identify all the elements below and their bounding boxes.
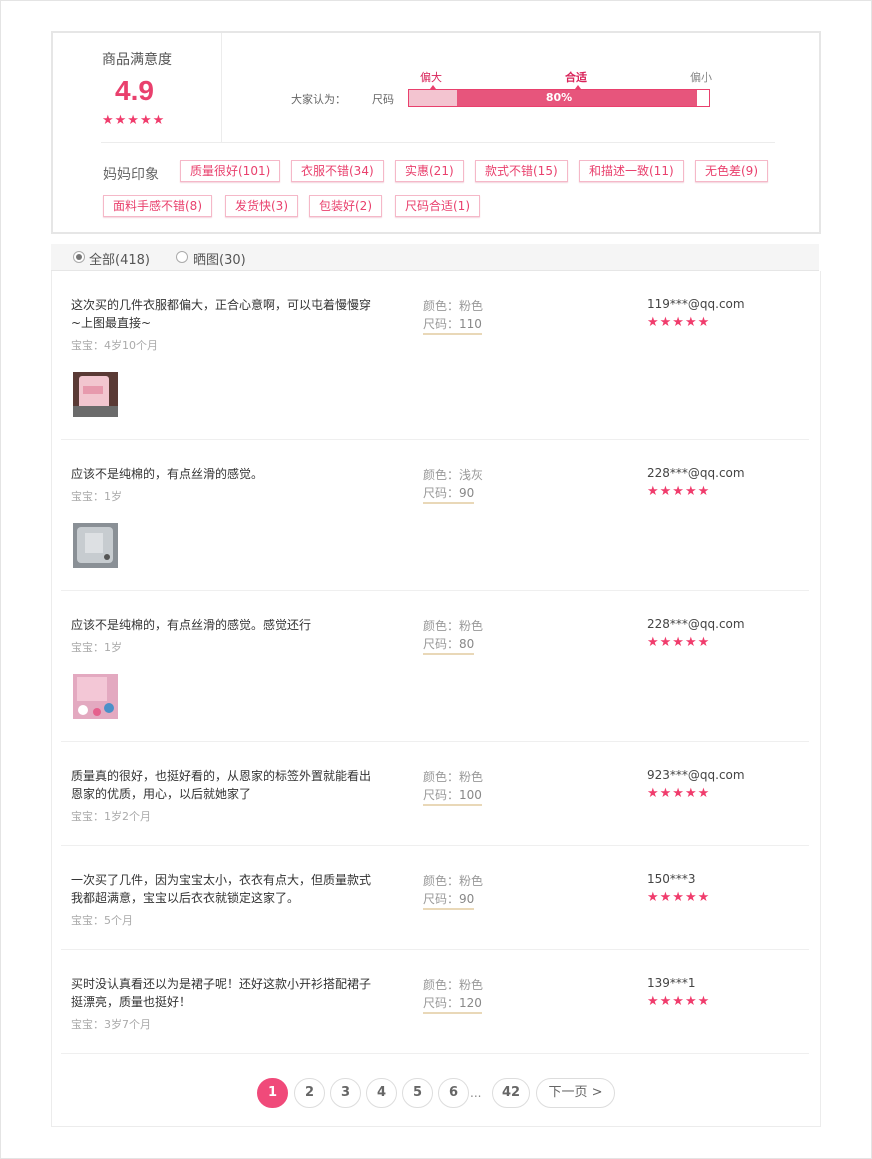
impression-tag[interactable]: 发货快(3) <box>225 195 298 217</box>
size-distribution-bar: 80% <box>408 89 710 107</box>
summary-divider <box>101 142 775 143</box>
impression-tag[interactable]: 和描述一致(11) <box>579 160 684 182</box>
review-stars: ★★★★★ <box>647 484 711 499</box>
size-fit-label: 合适 <box>565 71 587 84</box>
review-color: 颜色：浅灰 <box>423 468 484 482</box>
page-button-current[interactable]: 1 <box>257 1078 288 1108</box>
review-item: 这次买的几件衣服都偏大，正合心意啊，可以屯着慢慢穿~上图最直接~ 宝宝：4岁10… <box>61 296 809 440</box>
review-user: 228***@qq.com <box>647 466 745 480</box>
satisfaction-title: 商品满意度 <box>102 52 172 68</box>
satisfaction-score: 4.9 <box>115 75 154 106</box>
impression-tag[interactable]: 质量很好(101) <box>180 160 281 182</box>
review-size: 尺码：80 <box>423 635 475 655</box>
opinion-label: 大家认为： <box>291 93 346 106</box>
page-ellipsis: ... <box>470 1086 482 1100</box>
review-text: 应该不是纯棉的，有点丝滑的感觉。 <box>71 467 264 481</box>
review-size: 尺码：110 <box>423 315 482 335</box>
review-item: 一次买了几件，因为宝宝太小，衣衣有点大，但质量款式我都超满意，宝宝以后衣衣就锁定… <box>61 871 809 950</box>
review-text: 应该不是纯棉的，有点丝滑的感觉。感觉还行 <box>71 618 312 632</box>
review-text: 这次买的几件衣服都偏大，正合心意啊，可以屯着慢慢穿~上图最直接~ <box>71 298 372 330</box>
review-item: 买时没认真看还以为是裙子呢！还好这款小开衫搭配裙子挺漂亮，质量也挺好！ 宝宝：3… <box>61 975 809 1054</box>
page-button[interactable]: 2 <box>294 1078 325 1108</box>
review-baby-age: 宝宝：3岁7个月 <box>71 1018 151 1031</box>
review-size: 尺码：90 <box>423 890 475 910</box>
review-baby-age: 宝宝：1岁2个月 <box>71 810 151 823</box>
review-stars: ★★★★★ <box>647 890 711 905</box>
review-text: 一次买了几件，因为宝宝太小，衣衣有点大，但质量款式我都超满意，宝宝以后衣衣就锁定… <box>71 873 372 905</box>
impression-tag[interactable]: 衣服不错(34) <box>291 160 384 182</box>
impression-tag[interactable]: 款式不错(15) <box>475 160 568 182</box>
filter-all-radio[interactable] <box>73 251 85 263</box>
filter-photo-radio[interactable] <box>176 251 188 263</box>
review-baby-age: 宝宝：4岁10个月 <box>71 339 158 352</box>
impression-tag[interactable]: 包装好(2) <box>309 195 382 217</box>
page-button[interactable]: 3 <box>330 1078 361 1108</box>
score-stars: ★★★★★ <box>102 113 166 128</box>
next-page-button[interactable]: 下一页 > <box>536 1078 615 1108</box>
review-item: 应该不是纯棉的，有点丝滑的感觉。感觉还行 宝宝：1岁 颜色：粉色 尺码：80 2… <box>61 616 809 742</box>
size-big-label: 偏大 <box>420 71 442 84</box>
review-photo[interactable] <box>73 674 118 719</box>
review-user: 228***@qq.com <box>647 617 745 631</box>
review-size: 尺码：120 <box>423 994 482 1014</box>
score-panel: 商品满意度 4.9 ★★★★★ <box>53 33 222 143</box>
review-color: 颜色：粉色 <box>423 770 484 784</box>
review-size: 尺码：100 <box>423 786 482 806</box>
page-button[interactable]: 5 <box>402 1078 433 1108</box>
review-stars: ★★★★★ <box>647 994 711 1009</box>
review-user: 150***3 <box>647 872 696 886</box>
review-user: 119***@qq.com <box>647 297 745 311</box>
review-color: 颜色：粉色 <box>423 874 484 888</box>
page-button[interactable]: 6 <box>438 1078 469 1108</box>
review-item: 质量真的很好，也挺好看的，从恩家的标签外置就能看出恩家的优质，用心，以后就她家了… <box>61 767 809 846</box>
review-color: 颜色：粉色 <box>423 619 484 633</box>
review-baby-age: 宝宝：1岁 <box>71 641 122 654</box>
review-user: 923***@qq.com <box>647 768 745 782</box>
impression-tag[interactable]: 实惠(21) <box>395 160 464 182</box>
review-text: 买时没认真看还以为是裙子呢！还好这款小开衫搭配裙子挺漂亮，质量也挺好！ <box>71 977 372 1009</box>
review-text: 质量真的很好，也挺好看的，从恩家的标签外置就能看出恩家的优质，用心，以后就她家了 <box>71 769 372 801</box>
filter-photo-label[interactable]: 晒图(30) <box>193 249 246 268</box>
page-button[interactable]: 4 <box>366 1078 397 1108</box>
size-fit-percent: 80% <box>545 91 573 104</box>
review-stars: ★★★★★ <box>647 786 711 801</box>
review-baby-age: 宝宝：5个月 <box>71 914 133 927</box>
page-button-last[interactable]: 42 <box>492 1078 530 1108</box>
review-size: 尺码：90 <box>423 484 475 504</box>
impression-tag[interactable]: 无色差(9) <box>695 160 768 182</box>
review-photo[interactable] <box>73 523 118 568</box>
review-user: 139***1 <box>647 976 696 990</box>
review-stars: ★★★★★ <box>647 635 711 650</box>
impression-tag[interactable]: 面料手感不错(8) <box>103 195 212 217</box>
rating-summary: 商品满意度 4.9 ★★★★★ 大家认为： 尺码 偏大 合适 偏小 80% 妈妈… <box>51 31 821 234</box>
size-label: 尺码 <box>372 93 394 106</box>
review-color: 颜色：粉色 <box>423 299 484 313</box>
review-filter-bar: 全部(418) 晒图(30) <box>51 244 819 271</box>
impressions-label: 妈妈印象 <box>103 167 159 183</box>
impression-tag[interactable]: 尺码合适(1) <box>395 195 480 217</box>
review-item: 应该不是纯棉的，有点丝滑的感觉。 宝宝：1岁 颜色：浅灰 尺码：90 228**… <box>61 465 809 591</box>
size-small-label: 偏小 <box>690 71 712 84</box>
review-color: 颜色：粉色 <box>423 978 484 992</box>
filter-all-label[interactable]: 全部(418) <box>89 249 150 268</box>
review-stars: ★★★★★ <box>647 315 711 330</box>
review-baby-age: 宝宝：1岁 <box>71 490 122 503</box>
review-photo[interactable] <box>73 372 118 417</box>
